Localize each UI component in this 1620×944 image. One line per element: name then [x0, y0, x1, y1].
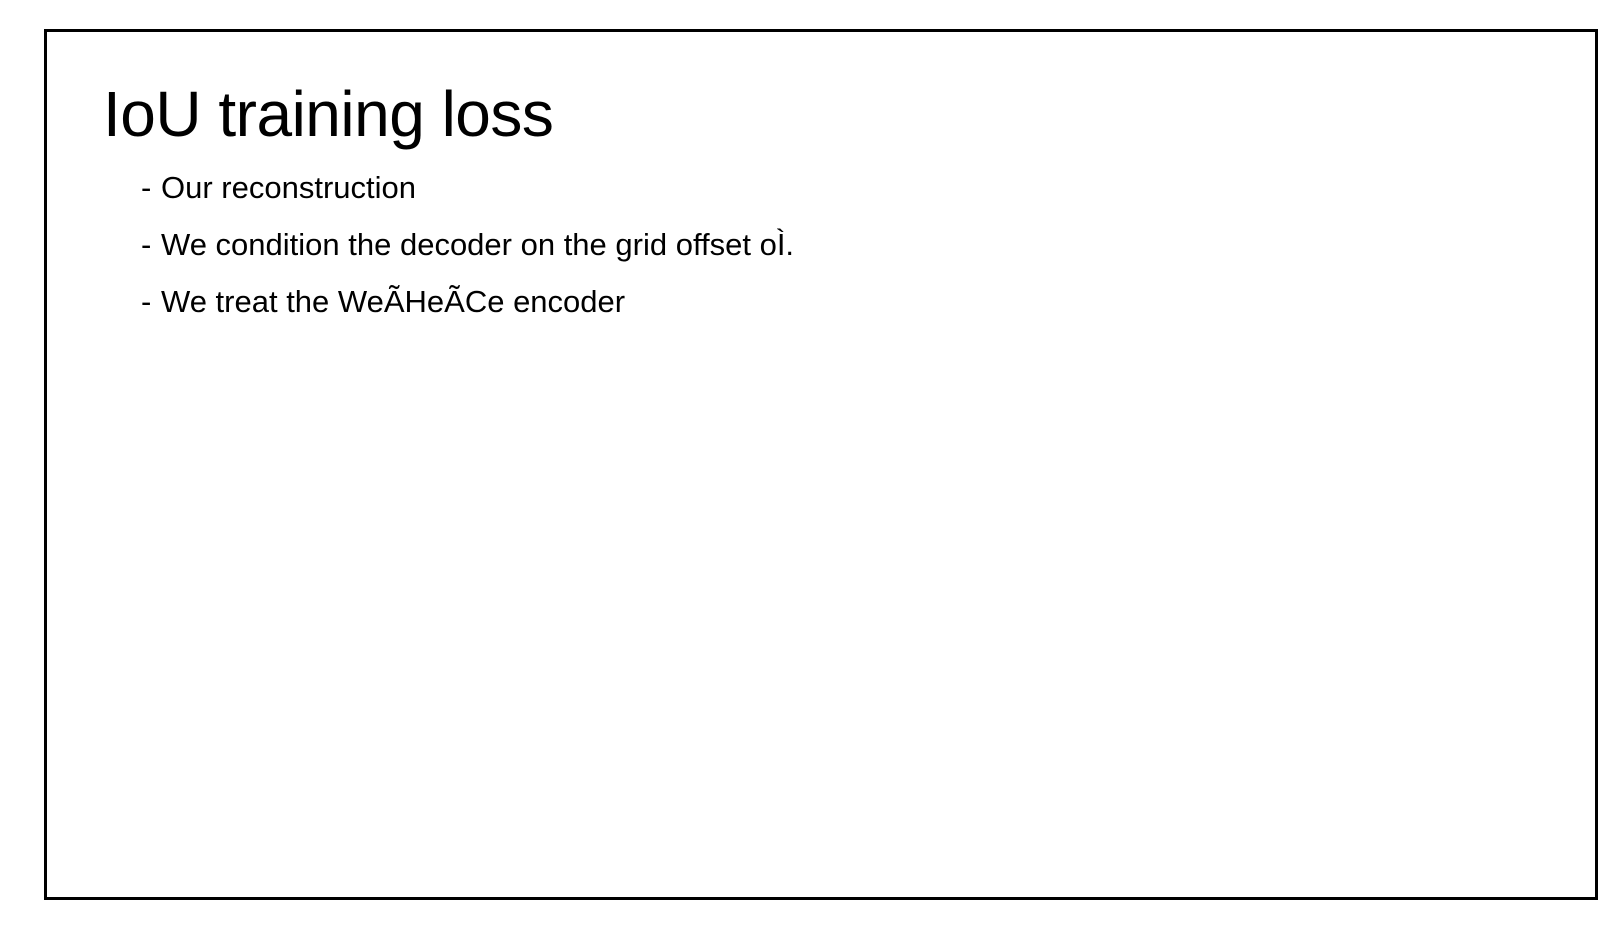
bullet-item: - Our reconstruction [141, 168, 794, 208]
bullet-dash: - [141, 225, 161, 265]
slide-title: IoU training loss [103, 78, 553, 150]
bullet-item: - We treat the WeÃHeÃCe encoder [141, 282, 794, 322]
bullet-dash: - [141, 168, 161, 208]
bullet-list: - Our reconstruction - We condition the de… [141, 168, 794, 339]
bullet-item: - We condition the decoder on the grid of… [141, 225, 794, 265]
bullet-text: Our reconstruction [161, 170, 416, 205]
bullet-dash: - [141, 282, 161, 322]
slide-frame: IoU training loss - Our reconstruction -W… [44, 29, 1598, 900]
bullet-text: We condition the decoder on the grid off… [161, 227, 794, 262]
bullet-text: We treat the WeÃHeÃCe encoder [161, 284, 625, 319]
